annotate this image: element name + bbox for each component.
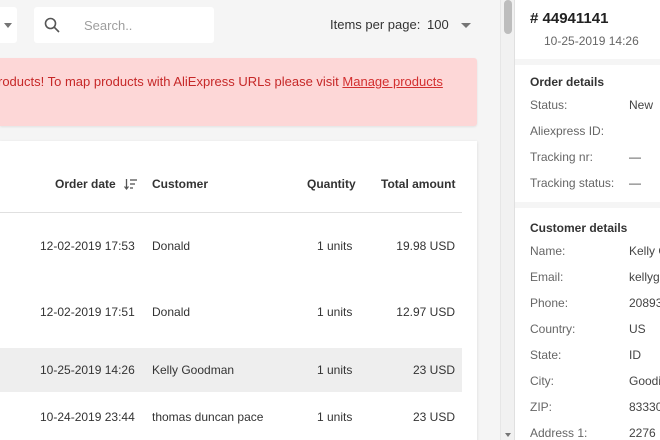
items-per-page-select[interactable]: 100 — [424, 11, 478, 39]
zip-label: ZIP: — [530, 400, 553, 414]
order-id: # 44941141 — [530, 10, 609, 27]
caret-down-icon — [4, 23, 12, 28]
cell-customer: Kelly Goodman — [152, 363, 235, 377]
cell-customer: thomas duncan pace — [152, 410, 264, 424]
scroll-down-arrow-icon[interactable] — [505, 433, 511, 437]
cell-order-date: 10-25-2019 14:26 — [40, 363, 135, 377]
cell-customer: Donald — [152, 305, 191, 319]
order-date: 10-25-2019 14:26 — [544, 34, 639, 48]
cell-quantity: 1 units — [317, 305, 353, 319]
tracking-nr-label: Tracking nr: — [530, 150, 593, 164]
cell-customer: Donald — [152, 239, 191, 253]
country-value: US — [629, 322, 646, 336]
phone-label: Phone: — [530, 296, 569, 310]
header-total-amount[interactable]: Total amount — [381, 177, 455, 191]
cell-total: 19.98 USD — [396, 239, 455, 253]
caret-down-icon — [461, 23, 471, 28]
search-box[interactable] — [34, 7, 214, 43]
header-quantity[interactable]: Quantity — [307, 177, 356, 191]
items-per-page-label: Items per page: — [330, 17, 421, 32]
table-row[interactable]: 10-24-2019 23:44 thomas duncan pace 1 un… — [0, 395, 462, 439]
mapping-alert: roducts! To map products with AliExpress… — [0, 58, 477, 126]
name-value: Kelly G — [629, 244, 660, 258]
cell-total: 23 USD — [412, 410, 455, 424]
email-value: kellyg — [629, 270, 660, 284]
status-label: Status: — [530, 98, 568, 112]
manage-products-link[interactable]: Manage products — [342, 74, 442, 89]
cell-total: 12.97 USD — [396, 305, 455, 319]
order-detail-panel: # 44941141 10-25-2019 14:26 Order detail… — [514, 0, 660, 440]
cell-order-date: 10-24-2019 23:44 — [40, 410, 135, 424]
aliexpress-id-label: Aliexpress ID: — [530, 124, 605, 138]
header-divider — [0, 212, 462, 213]
address-label: Address 1: — [530, 426, 588, 440]
table-row-selected[interactable]: 10-25-2019 14:26 Kelly Goodman 1 units 2… — [0, 348, 462, 392]
search-input[interactable] — [84, 16, 204, 34]
status-filter-dropdown[interactable] — [0, 7, 17, 43]
city-label: City: — [530, 374, 554, 388]
tracking-nr-value: — — [629, 150, 641, 164]
city-value: Goodi — [629, 374, 660, 388]
customer-details-title: Customer details — [530, 221, 628, 235]
alert-message: roducts! To map products with AliExpress… — [0, 74, 443, 89]
section-divider — [515, 202, 660, 208]
cell-total: 23 USD — [412, 363, 455, 377]
cell-order-date: 12-02-2019 17:53 — [40, 239, 135, 253]
header-customer[interactable]: Customer — [152, 177, 208, 191]
cell-quantity: 1 units — [317, 239, 353, 253]
table-row[interactable]: 12-02-2019 17:51 Donald 1 units 12.97 US… — [0, 290, 462, 334]
items-per-page-value: 100 — [427, 17, 449, 32]
phone-value: 20893 — [629, 296, 660, 310]
cell-quantity: 1 units — [317, 363, 353, 377]
zip-value: 83330 — [629, 400, 660, 414]
tracking-status-label: Tracking status: — [530, 176, 615, 190]
orders-main: Items per page: 100 roducts! To map prod… — [0, 0, 500, 440]
state-label: State: — [530, 348, 562, 362]
tracking-status-value: — — [629, 176, 641, 190]
cell-quantity: 1 units — [317, 410, 353, 424]
cell-order-date: 12-02-2019 17:51 — [40, 305, 135, 319]
sort-descending-icon[interactable] — [124, 178, 138, 190]
section-divider — [515, 59, 660, 65]
table-row[interactable]: 12-02-2019 17:53 Donald 1 units 19.98 US… — [0, 224, 462, 268]
orders-table: Order date Customer Quantity Total amoun… — [0, 141, 477, 440]
order-details-title: Order details — [530, 75, 605, 89]
state-value: ID — [629, 348, 641, 362]
header-order-date[interactable]: Order date — [55, 177, 116, 191]
search-icon — [44, 17, 60, 33]
email-label: Email: — [530, 270, 564, 284]
country-label: Country: — [530, 322, 576, 336]
scrollbar-thumb[interactable] — [504, 0, 512, 34]
address-value: 2276 — [629, 426, 656, 440]
alert-text: roducts! To map products with AliExpress… — [0, 74, 343, 89]
page-scrollbar[interactable] — [500, 0, 514, 440]
status-value: New — [629, 98, 654, 112]
name-label: Name: — [530, 244, 566, 258]
